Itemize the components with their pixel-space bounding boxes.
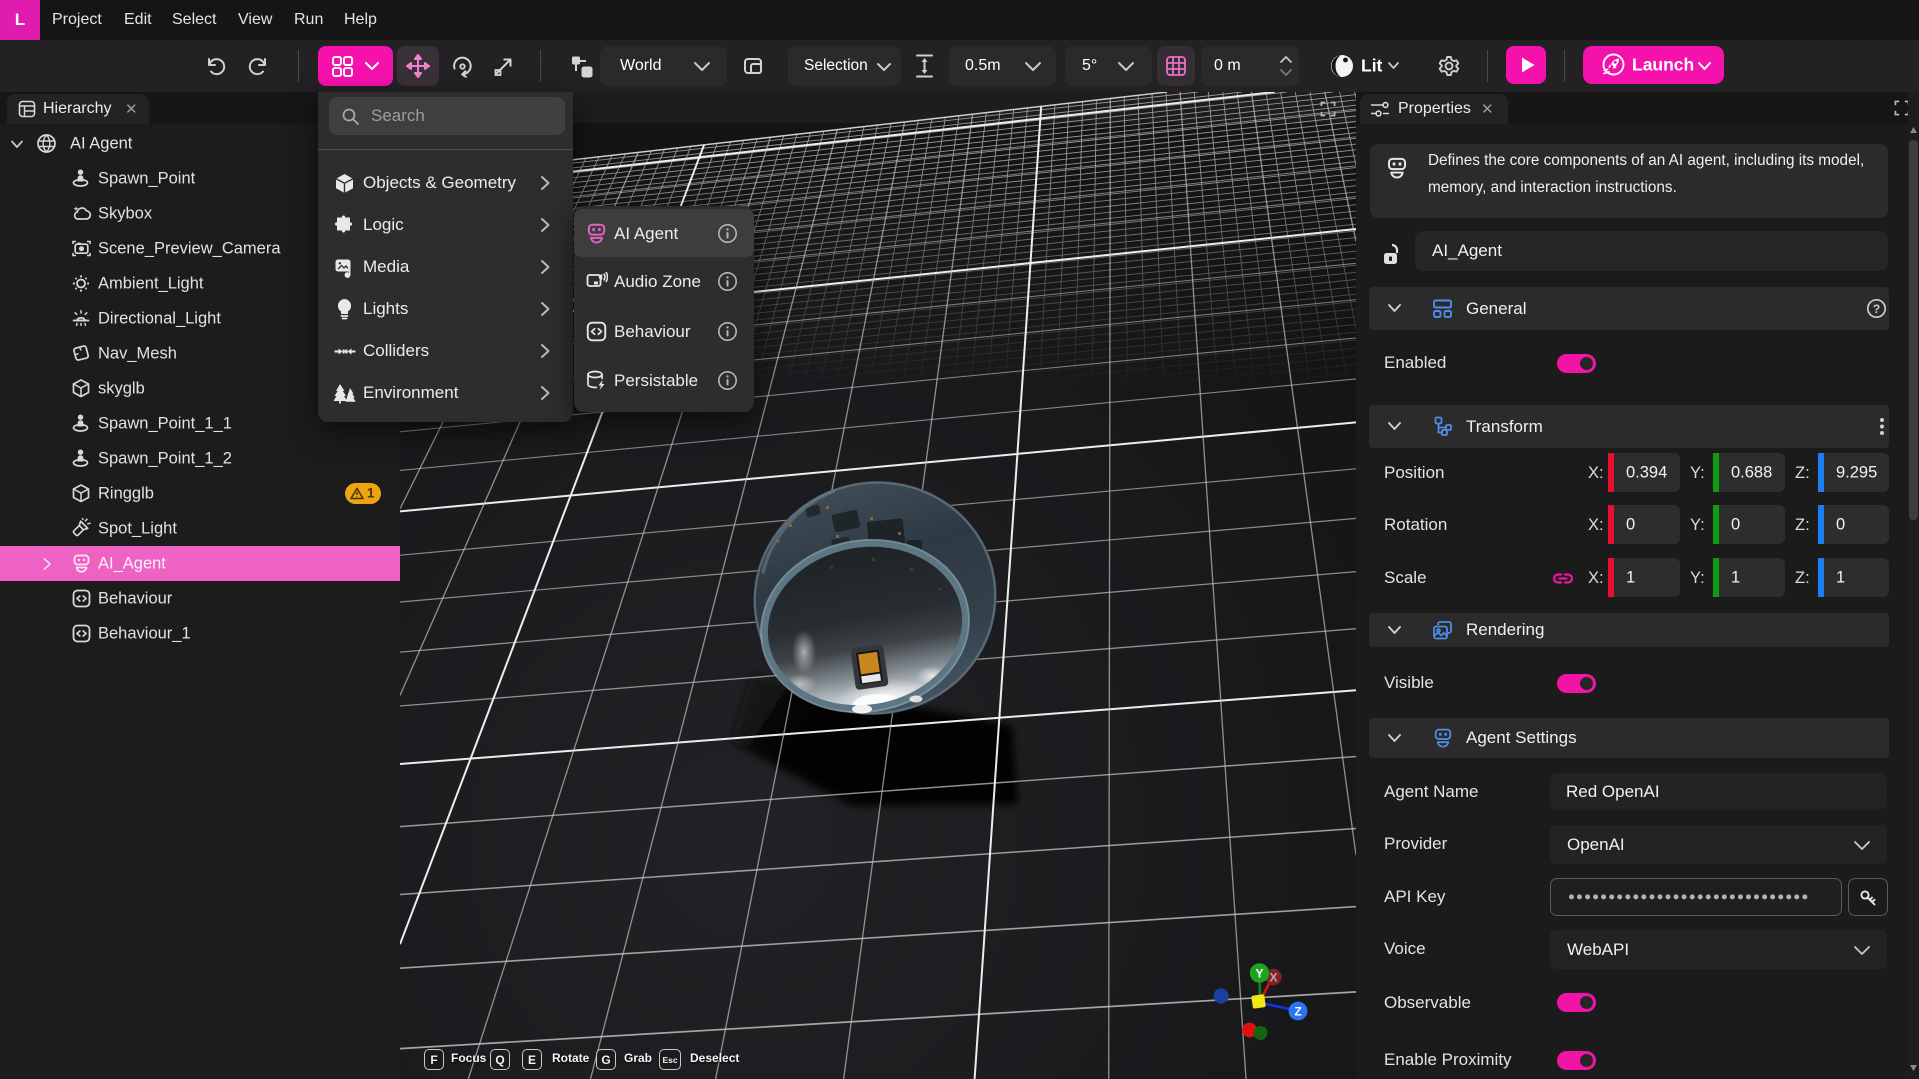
svg-text:Z: Z [1294,1005,1301,1019]
svg-text:Y: Y [1255,967,1263,981]
svg-text:X: X [1269,971,1277,985]
svg-text:?: ? [1873,302,1880,316]
